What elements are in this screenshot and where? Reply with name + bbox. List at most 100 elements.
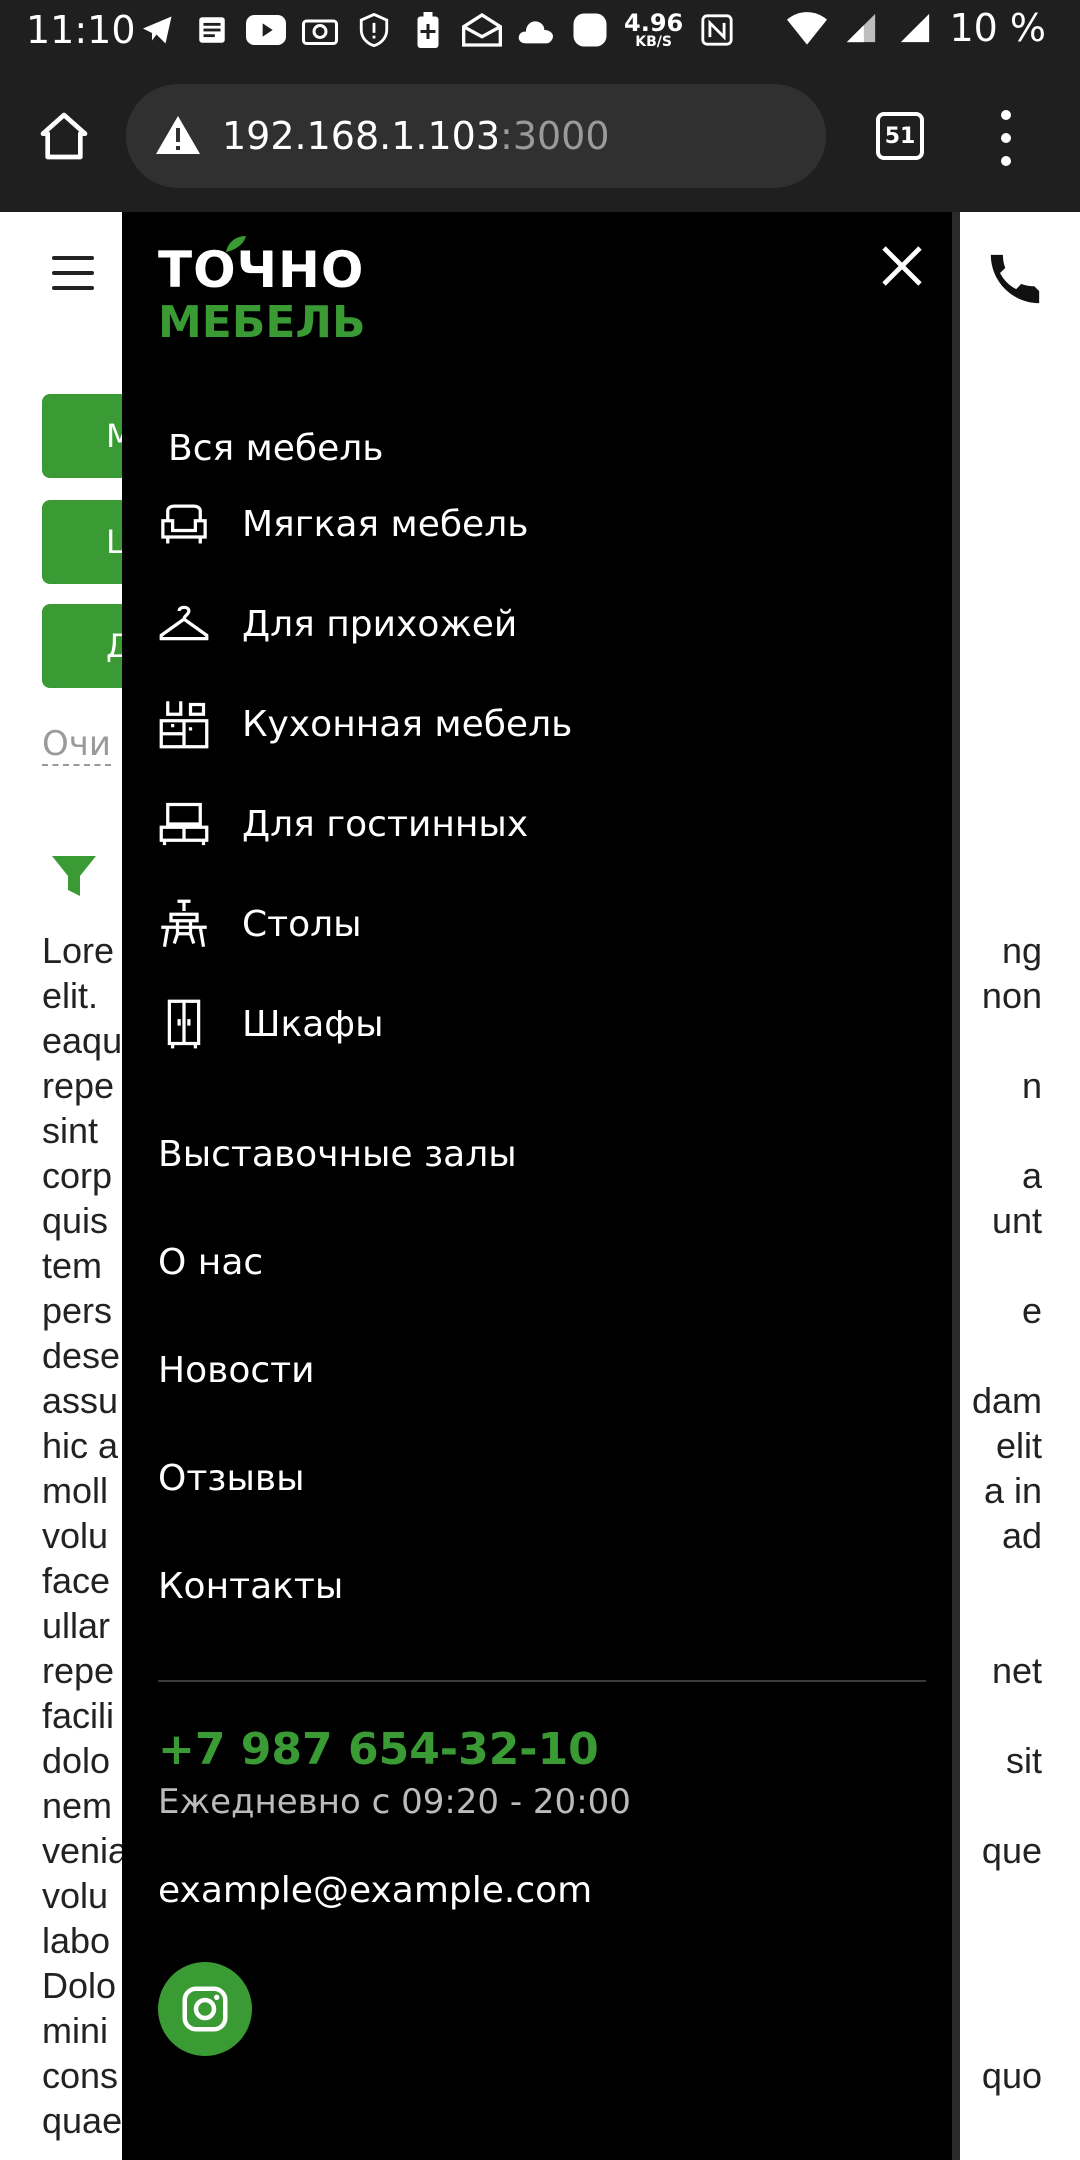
- hamburger-menu-icon[interactable]: [52, 256, 94, 290]
- more-options-icon[interactable]: [996, 110, 1016, 166]
- nav-showrooms[interactable]: Выставочные залы: [158, 1134, 517, 1175]
- lorem-right-fragment: non: [981, 975, 1042, 1016]
- lorem-right-fragment: a in: [983, 1470, 1042, 1511]
- working-hours: Ежедневно с 09:20 - 20:00: [158, 1782, 631, 1822]
- warning-icon[interactable]: [154, 112, 202, 160]
- lorem-left-fragment: elit.: [42, 975, 99, 1016]
- filter-icon[interactable]: [50, 852, 98, 900]
- tab-switcher-button[interactable]: 51: [876, 112, 924, 160]
- lorem-left-fragment: Dolo: [42, 1965, 117, 2006]
- logo-bottom-text: МЕБЕЛЬ: [158, 297, 366, 348]
- site-logo[interactable]: ТОЧНО МЕБЕЛЬ: [158, 236, 366, 348]
- wardrobe-icon: [167, 999, 201, 1049]
- battery-percent: 10 %: [949, 6, 1046, 50]
- lorem-left-fragment: sint: [42, 1110, 99, 1151]
- lorem-left-fragment: assu: [42, 1380, 119, 1421]
- lorem-left-fragment: repe: [42, 1650, 115, 1691]
- mail-icon: [462, 10, 502, 50]
- lorem-left-fragment: Lore: [42, 930, 115, 971]
- signal-icon: [841, 8, 881, 48]
- url-bar[interactable]: 192.168.1.103 :3000: [126, 84, 826, 188]
- signal-icon-2: [895, 8, 935, 48]
- lorem-right-fragment: e: [1021, 1290, 1042, 1331]
- nav-reviews[interactable]: Отзывы: [158, 1458, 305, 1499]
- logo-top-text: ТОЧНО: [158, 241, 365, 299]
- lorem-left-fragment: facili: [42, 1695, 115, 1736]
- lorem-left-fragment: venia: [42, 1830, 129, 1871]
- status-time: 11:10: [26, 8, 136, 52]
- cloud-icon: [516, 10, 556, 50]
- lorem-left-fragment: volu: [42, 1515, 109, 1556]
- menu-drawer: ТОЧНО МЕБЕЛЬ Вся мебель Мягкая мебель Дл…: [122, 212, 960, 2160]
- youtube-icon: [246, 10, 286, 50]
- phone-number-link[interactable]: +7 987 654-32-10: [158, 1724, 599, 1775]
- app-badge-icon: [570, 10, 610, 50]
- status-bar: 11:10 4.96 KB/S 10 %: [0, 0, 1080, 62]
- hanger-icon: [159, 605, 209, 641]
- lorem-right-fragment: ad: [1001, 1515, 1042, 1556]
- lorem-left-fragment: ullar: [42, 1605, 111, 1646]
- lorem-right-fragment: dam: [971, 1380, 1042, 1421]
- lorem-left-fragment: hic a: [42, 1425, 119, 1466]
- lorem-right-fragment: ng: [1001, 930, 1042, 971]
- lorem-left-fragment: cons: [42, 2055, 119, 2096]
- armchair-icon: [161, 504, 207, 544]
- lorem-right-fragment: net: [991, 1650, 1042, 1691]
- lorem-left-fragment: mini: [42, 2010, 109, 2051]
- browser-toolbar: 192.168.1.103 :3000 51: [0, 62, 1080, 212]
- clear-filters-link[interactable]: Очи: [42, 724, 111, 766]
- lorem-left-fragment: dolo: [42, 1740, 111, 1781]
- instagram-button[interactable]: [158, 1962, 252, 2056]
- nfc-icon: [697, 10, 737, 50]
- category-tables[interactable]: Столы: [158, 894, 362, 954]
- instagram-icon: [182, 1986, 228, 2032]
- lorem-right-fragment: a: [1021, 1155, 1042, 1196]
- message-icon: [192, 10, 232, 50]
- lorem-right-fragment: elit: [995, 1425, 1042, 1466]
- logo-leaf-icon: [226, 236, 246, 252]
- desk-chair-icon: [161, 899, 207, 948]
- lorem-left-fragment: quis: [42, 1200, 109, 1241]
- lorem-left-fragment: pers: [42, 1290, 113, 1331]
- system-indicators: 10 %: [787, 6, 1046, 50]
- home-button[interactable]: [36, 108, 92, 164]
- nav-news[interactable]: Новости: [158, 1350, 315, 1391]
- wifi-icon: [787, 8, 828, 48]
- nav-contacts[interactable]: Контакты: [158, 1566, 343, 1607]
- lorem-left-fragment: face: [42, 1560, 111, 1601]
- category-wardrobes[interactable]: Шкафы: [158, 994, 384, 1054]
- nav-about[interactable]: О нас: [158, 1242, 263, 1283]
- lorem-left-fragment: nem: [42, 1785, 113, 1826]
- camera-icon: [300, 10, 340, 50]
- network-speed: 4.96 KB/S: [624, 9, 684, 50]
- email-link[interactable]: example@example.com: [158, 1870, 592, 1911]
- lorem-right-fragment: n: [1021, 1065, 1042, 1106]
- lorem-right-fragment: que: [981, 1830, 1042, 1871]
- lorem-left-fragment: eaqu: [42, 1020, 123, 1061]
- close-icon: [882, 246, 922, 286]
- telegram-icon: [138, 10, 178, 50]
- category-soft-furniture[interactable]: Мягкая мебель: [158, 494, 528, 554]
- shield-icon: [354, 10, 394, 50]
- url-host: 192.168.1.103: [222, 114, 501, 158]
- lorem-left-fragment: quae: [42, 2100, 123, 2141]
- lorem-left-fragment: labo: [42, 1920, 111, 1961]
- kitchen-icon: [159, 701, 209, 749]
- lorem-left-fragment: corp: [42, 1155, 113, 1196]
- divider: [158, 1680, 926, 1682]
- lorem-left-fragment: dese: [42, 1335, 121, 1376]
- battery-saver-icon: [408, 10, 448, 50]
- lorem-left-fragment: repe: [42, 1065, 115, 1106]
- category-living-room[interactable]: Для гостинных: [158, 794, 528, 854]
- url-port: :3000: [500, 114, 610, 158]
- lorem-left-fragment: tem: [42, 1245, 103, 1286]
- close-menu-button[interactable]: [878, 242, 926, 290]
- all-furniture-link[interactable]: Вся мебель: [168, 428, 383, 469]
- lorem-left-fragment: volu: [42, 1875, 109, 1916]
- lorem-right-fragment: unt: [991, 1200, 1042, 1241]
- category-hallway[interactable]: Для прихожей: [158, 594, 517, 654]
- category-kitchen[interactable]: Кухонная мебель: [158, 694, 572, 754]
- tv-stand-icon: [159, 802, 209, 846]
- phone-icon[interactable]: [986, 250, 1044, 308]
- home-icon: [40, 112, 88, 160]
